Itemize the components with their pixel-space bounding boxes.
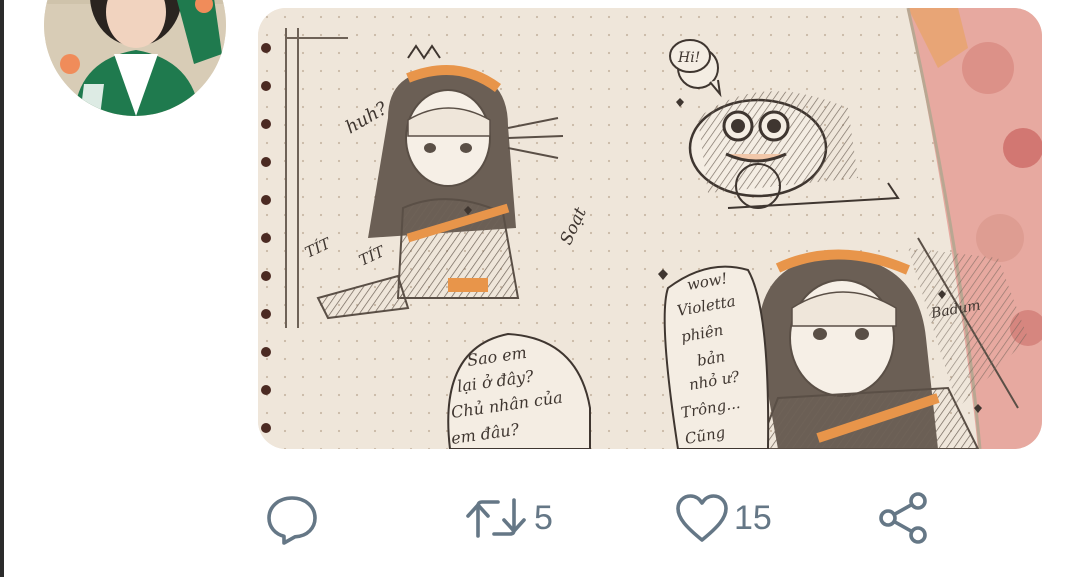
- share-icon: [879, 492, 927, 544]
- tweet-action-bar: 5 15: [0, 478, 1080, 558]
- retweet-icon: [466, 498, 526, 538]
- sketch-bubble-hi: Hi!: [677, 50, 700, 66]
- like-count: 15: [734, 499, 772, 537]
- share-button[interactable]: [876, 478, 932, 558]
- sketch-illustration: huh? TÍT TÍT Soạt Hi! Badum Sao em lại ở…: [258, 8, 1042, 449]
- retweet-count: 5: [534, 499, 553, 537]
- tweet-media-image[interactable]: huh? TÍT TÍT Soạt Hi! Badum Sao em lại ở…: [258, 8, 1042, 449]
- avatar-photo: [44, 0, 226, 116]
- like-button[interactable]: 15: [674, 478, 772, 558]
- tweet-view: huh? TÍT TÍT Soạt Hi! Badum Sao em lại ở…: [0, 0, 1080, 577]
- reply-button[interactable]: [264, 478, 320, 558]
- reply-bubble-icon: [267, 496, 317, 545]
- heart-icon: [676, 494, 728, 542]
- retweet-button[interactable]: 5: [464, 478, 553, 558]
- avatar[interactable]: [44, 0, 226, 116]
